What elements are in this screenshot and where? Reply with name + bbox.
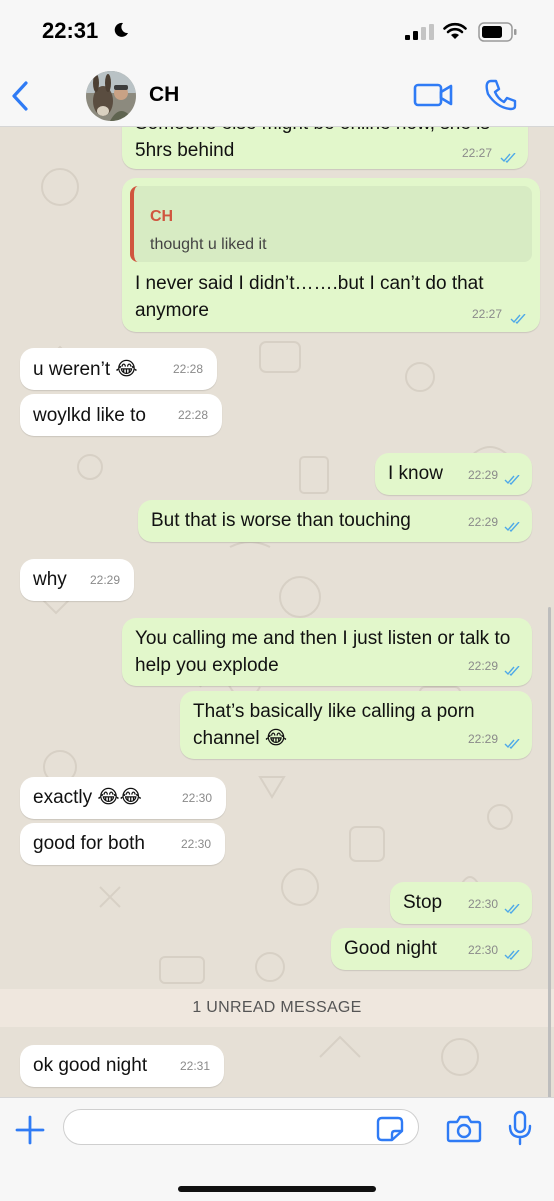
message-text: why (33, 569, 67, 590)
message-bubble-incoming[interactable]: exactly 😂😂 22:30 (20, 777, 226, 819)
message-time: 22:30 (467, 943, 498, 957)
phone-icon[interactable] (484, 78, 518, 112)
read-ticks-icon (504, 739, 520, 749)
input-bar (0, 1097, 554, 1201)
contact-name[interactable]: CH (149, 83, 179, 107)
read-ticks-icon (500, 153, 516, 163)
message-bubble-incoming[interactable]: good for both 22:30 (20, 823, 225, 865)
message-bubble-incoming[interactable]: u weren’t 😂 22:28 (20, 348, 217, 390)
sticker-icon[interactable] (376, 1116, 404, 1142)
message-bubble-incoming[interactable]: ok good night 22:31 (20, 1045, 224, 1087)
back-chevron-icon[interactable] (6, 78, 34, 114)
message-text: woylkd like to (33, 405, 146, 426)
message-time: 22:28 (172, 362, 203, 376)
message-text: But that is worse than touching (151, 510, 411, 531)
chat-header: CH (0, 64, 554, 127)
message-time: 22:30 (467, 897, 498, 911)
message-time: 22:27 (471, 307, 502, 321)
read-ticks-icon (504, 522, 520, 532)
message-text: I know (388, 463, 443, 484)
status-bar: 22:31 (0, 0, 554, 64)
microphone-icon[interactable] (507, 1110, 533, 1146)
message-bubble-outgoing[interactable]: Stop 22:30 (390, 882, 532, 924)
battery-icon (478, 22, 517, 42)
wifi-icon (443, 22, 467, 39)
message-text: exactly 😂😂 (33, 787, 142, 808)
avatar[interactable] (86, 71, 136, 121)
read-ticks-icon (504, 475, 520, 485)
avatar-photo (86, 71, 136, 121)
message-time: 22:29 (467, 659, 498, 673)
message-time: 22:30 (180, 837, 211, 851)
message-bubble-outgoing[interactable]: Good night 22:30 (331, 928, 532, 970)
message-text: That’s basically like calling a porn cha… (193, 701, 475, 749)
message-text: Stop (403, 892, 443, 913)
moon-icon (114, 22, 128, 37)
message-time: 22:29 (467, 732, 498, 746)
message-time: 22:27 (461, 146, 492, 160)
read-ticks-icon (510, 314, 526, 324)
message-text: good for both (33, 833, 145, 854)
scroll-indicator[interactable] (548, 607, 551, 1097)
quoted-reply-text: thought u liked it (150, 236, 267, 253)
message-time: 22:29 (467, 515, 498, 529)
message-bubble-outgoing[interactable]: Someone else might be online now, she is… (122, 127, 528, 169)
message-text: u weren’t 😂 (33, 359, 138, 380)
message-text: Good night (344, 938, 437, 959)
message-bubble-outgoing[interactable]: But that is worse than touching 22:29 (138, 500, 532, 542)
message-time: 22:29 (89, 573, 120, 587)
signal-icon (405, 24, 434, 40)
message-bubble-incoming[interactable]: woylkd like to 22:28 (20, 394, 222, 436)
message-bubble-outgoing-reply[interactable]: CH thought u liked it I never said I did… (122, 178, 540, 332)
read-ticks-icon (504, 666, 520, 676)
status-time: 22:31 (42, 18, 99, 43)
chat-area[interactable]: Someone else might be online now, she is… (0, 127, 554, 1097)
message-time: 22:30 (181, 791, 212, 805)
unread-messages-banner: 1 UNREAD MESSAGE (0, 989, 554, 1027)
quoted-reply-author: CH (150, 208, 174, 225)
message-bubble-outgoing[interactable]: You calling me and then I just listen or… (122, 618, 532, 686)
quoted-reply[interactable]: CH thought u liked it (130, 186, 532, 262)
home-indicator (178, 1186, 376, 1192)
message-bubble-outgoing[interactable]: That’s basically like calling a porn cha… (180, 691, 532, 759)
message-text: I never said I didn’t…….but I can’t do t… (135, 273, 484, 321)
video-call-icon[interactable] (413, 81, 453, 109)
read-ticks-icon (504, 904, 520, 914)
camera-icon[interactable] (446, 1114, 482, 1144)
plus-icon[interactable] (14, 1114, 46, 1146)
message-text: ok good night (33, 1055, 148, 1076)
read-ticks-icon (504, 950, 520, 960)
message-input[interactable] (63, 1109, 419, 1145)
message-time: 22:31 (179, 1059, 210, 1073)
message-text: You calling me and then I just listen or… (135, 628, 511, 676)
message-bubble-outgoing[interactable]: I know 22:29 (375, 453, 532, 495)
message-time: 22:29 (467, 468, 498, 482)
message-text: Someone else might be online now, she is… (135, 127, 490, 161)
message-bubble-incoming[interactable]: why 22:29 (20, 559, 134, 601)
message-time: 22:28 (177, 408, 208, 422)
